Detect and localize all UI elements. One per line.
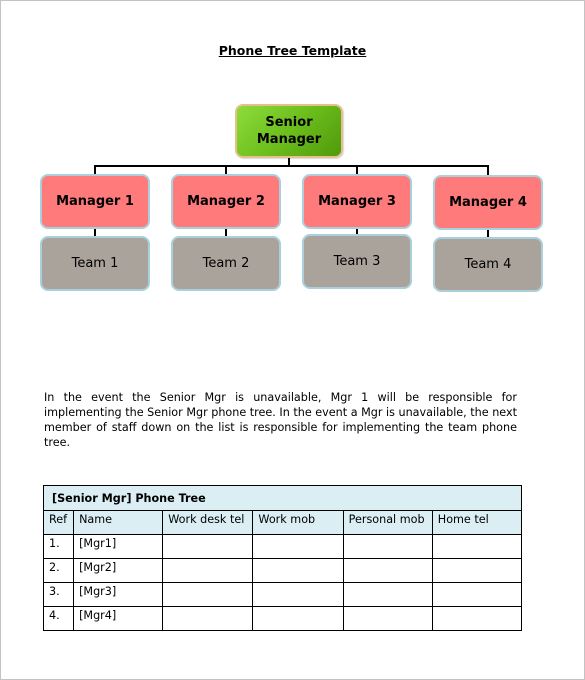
table-row: 3. [Mgr3] <box>42 582 523 607</box>
table-cell[interactable] <box>431 606 523 631</box>
table-cell[interactable]: [Mgr4] <box>73 606 164 631</box>
manager-box-3: Manager 3 <box>302 174 412 229</box>
table-cell[interactable] <box>342 606 433 631</box>
table-cell[interactable] <box>342 582 433 607</box>
manager-box-1: Manager 1 <box>40 174 150 229</box>
column-header: Name <box>73 510 164 535</box>
table-cell[interactable] <box>431 558 523 583</box>
senior-manager-box: Senior Manager <box>235 104 343 158</box>
table-cell[interactable]: 4. <box>42 606 75 631</box>
table-cell[interactable] <box>252 582 344 607</box>
team-label: Team 2 <box>202 256 250 271</box>
table-cell[interactable] <box>162 558 254 583</box>
table-cell[interactable] <box>252 558 344 583</box>
manager-box-2: Manager 2 <box>171 174 281 229</box>
table-cell[interactable] <box>162 534 254 559</box>
column-header: Work desk tel <box>162 510 254 535</box>
team-label: Team 3 <box>333 254 381 269</box>
manager-box-4: Manager 4 <box>433 175 543 230</box>
manager-label: Manager 4 <box>449 195 527 210</box>
manager-label: Manager 3 <box>318 194 396 209</box>
page-title: Phone Tree Template <box>218 43 367 58</box>
column-header: Ref <box>42 510 75 535</box>
manager-label: Manager 2 <box>187 194 265 209</box>
table-cell[interactable] <box>342 534 433 559</box>
table-cell[interactable] <box>162 606 254 631</box>
team-label: Team 1 <box>71 256 119 271</box>
column-header: Work mob <box>252 510 344 535</box>
table-cell[interactable]: [Mgr1] <box>73 534 164 559</box>
column-header: Home tel <box>431 510 523 535</box>
table-cell[interactable] <box>342 558 433 583</box>
table-cell[interactable] <box>431 582 523 607</box>
table-cell[interactable] <box>252 606 344 631</box>
table-cell[interactable] <box>252 534 344 559</box>
table-caption-row: [Senior Mgr] Phone Tree <box>43 485 522 511</box>
table-cell[interactable]: [Mgr2] <box>73 558 164 583</box>
table-cell[interactable]: [Mgr3] <box>73 582 164 607</box>
senior-manager-label-line1: Senior <box>265 115 313 130</box>
table-row: 4. [Mgr4] <box>42 606 523 631</box>
table-cell[interactable]: 3. <box>42 582 75 607</box>
table-cell[interactable]: 1. <box>42 534 75 559</box>
team-box-1: Team 1 <box>40 236 150 291</box>
team-box-2: Team 2 <box>171 236 281 291</box>
table-row: 1. [Mgr1] <box>42 534 523 559</box>
team-box-3: Team 3 <box>302 234 412 289</box>
team-label: Team 4 <box>464 257 512 272</box>
phone-tree-table: [Senior Mgr] Phone Tree Ref Name Work de… <box>42 485 523 631</box>
table-header-row: Ref Name Work desk tel Work mob Personal… <box>42 510 523 535</box>
table-cell[interactable] <box>431 534 523 559</box>
table-cell[interactable]: 2. <box>42 558 75 583</box>
connector-horizontal <box>94 165 489 167</box>
table-row: 2. [Mgr2] <box>42 558 523 583</box>
team-box-4: Team 4 <box>433 237 543 292</box>
table-caption: [Senior Mgr] Phone Tree <box>43 485 522 511</box>
manager-label: Manager 1 <box>56 194 134 209</box>
instructions-paragraph: In the event the Senior Mgr is unavailab… <box>44 391 517 449</box>
senior-manager-label-line2: Manager <box>256 132 322 147</box>
column-header: Personal mob <box>342 510 433 535</box>
table-cell[interactable] <box>162 582 254 607</box>
